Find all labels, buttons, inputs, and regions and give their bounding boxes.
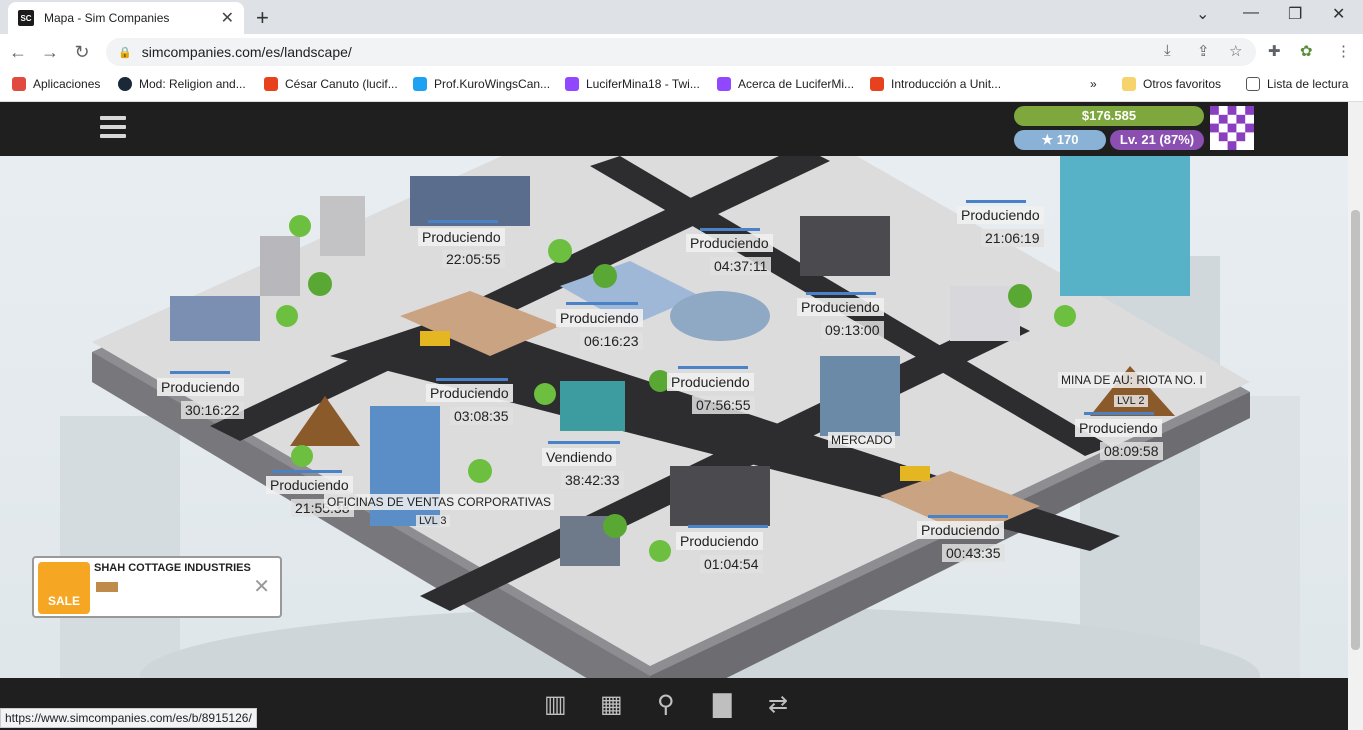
twitch-icon <box>565 77 579 91</box>
exchange-icon[interactable]: ⇄ <box>768 690 788 719</box>
sale-promo-card[interactable]: SALE SHAH COTTAGE INDUSTRIES ✕ <box>32 556 282 618</box>
reading-list[interactable]: Lista de lectura <box>1246 77 1348 91</box>
sale-tag-icon: SALE <box>38 562 90 614</box>
map-icon[interactable]: ▥ <box>544 690 567 719</box>
building-status[interactable]: Produciendo <box>556 309 643 327</box>
lock-icon: 🔒 <box>118 46 132 59</box>
building-timer: 06:16:23 <box>580 332 643 350</box>
building-status[interactable]: Produciendo <box>1075 419 1162 437</box>
chat-icon[interactable]: ▇ <box>713 690 731 719</box>
browser-tab-bar: SC Mapa - Sim Companies ✕ + ⌄ — ❐ ✕ <box>0 0 1363 34</box>
building-timer: 09:13:00 <box>821 321 884 339</box>
bookmark-unity[interactable]: Introducción a Unit... <box>870 77 1001 91</box>
other-bookmarks[interactable]: Otros favoritos <box>1122 77 1221 91</box>
twitter-icon <box>413 77 427 91</box>
mine-name[interactable]: MINA DE AU: RIOTA NO. I <box>1058 372 1206 388</box>
market-name[interactable]: MERCADO <box>828 432 896 448</box>
company-logo-avatar[interactable] <box>1210 106 1254 150</box>
scrollbar-thumb[interactable] <box>1351 210 1360 650</box>
bookmark-star-icon[interactable]: ☆ <box>1229 42 1242 60</box>
bookmarks-more[interactable]: » <box>1090 77 1097 91</box>
building-status[interactable]: Produciendo <box>797 298 884 316</box>
share-icon[interactable]: ⇪ <box>1197 42 1210 60</box>
new-tab-button[interactable]: + <box>256 5 269 31</box>
hamburger-menu-icon[interactable] <box>100 116 126 138</box>
level-display[interactable]: Lv. 21 (87%) <box>1110 130 1204 150</box>
back-icon[interactable]: ← <box>2 42 34 63</box>
building-status[interactable]: Produciendo <box>917 521 1004 539</box>
status-url: https://www.simcompanies.com/es/b/891512… <box>0 708 257 728</box>
steam-icon <box>118 77 132 91</box>
bookmark-twitch-about[interactable]: Acerca de LuciferMi... <box>717 77 854 91</box>
bookmarks-bar: Aplicaciones Mod: Religion and... César … <box>0 70 1363 102</box>
warehouse-icon[interactable]: ▦ <box>600 690 623 719</box>
menu-icon[interactable]: ⋮ <box>1336 42 1351 60</box>
favicon-icon: SC <box>18 10 34 26</box>
building-status[interactable]: Produciendo <box>426 384 513 402</box>
building-status[interactable]: Vendiendo <box>542 448 617 466</box>
building-timer: 04:37:11 <box>710 257 772 275</box>
bookmark-site-icon <box>264 77 278 91</box>
twitch-icon <box>717 77 731 91</box>
close-tab-icon[interactable]: ✕ <box>221 8 234 28</box>
money-display[interactable]: $176.585 <box>1014 106 1204 126</box>
forward-icon[interactable]: → <box>34 42 66 63</box>
close-window-button[interactable]: ✕ <box>1332 4 1345 24</box>
building-timer: 08:09:58 <box>1100 442 1163 460</box>
install-icon[interactable]: ⤓ <box>1164 42 1171 59</box>
restore-button[interactable]: ❐ <box>1288 4 1302 24</box>
star-icon: ★ <box>1041 132 1054 147</box>
promo-company-name: SHAH COTTAGE INDUSTRIES <box>94 562 251 574</box>
building-status[interactable]: Produciendo <box>667 373 754 391</box>
search-icon[interactable]: ⚲ <box>657 690 675 719</box>
mine-level: LVL 2 <box>1114 395 1148 407</box>
url-text: simcompanies.com/es/landscape/ <box>141 44 352 60</box>
building-timer: 07:56:55 <box>692 396 755 414</box>
building-status[interactable]: Produciendo <box>686 234 773 252</box>
browser-tab[interactable]: SC Mapa - Sim Companies ✕ <box>8 2 244 34</box>
offices-level: LVL 3 <box>416 515 450 527</box>
bookmark-twitch[interactable]: LuciferMina18 - Twi... <box>565 77 700 91</box>
building-timer: 21:06:19 <box>981 229 1044 247</box>
bookmark-steam[interactable]: Mod: Religion and... <box>118 77 246 91</box>
extensions-icon[interactable]: ✚ <box>1268 42 1281 60</box>
bookmark-canuto[interactable]: César Canuto (lucif... <box>264 77 398 91</box>
building-timer: 01:04:54 <box>700 555 763 573</box>
close-icon[interactable]: ✕ <box>253 574 270 599</box>
building-timer: 22:05:55 <box>442 250 505 268</box>
address-row: ← → ↻ 🔒 simcompanies.com/es/landscape/ ⤓… <box>0 34 1363 70</box>
game-viewport: $176.585 ★ 170 Lv. 21 (87%) Produciendo … <box>0 102 1348 730</box>
tab-search-icon[interactable]: ⌄ <box>1196 4 1209 24</box>
building-timer: 00:43:35 <box>942 544 1005 562</box>
apps-icon <box>12 77 26 91</box>
bookmark-apps[interactable]: Aplicaciones <box>12 77 100 91</box>
reload-icon[interactable]: ↻ <box>66 42 98 63</box>
building-status[interactable]: Produciendo <box>266 476 353 494</box>
building-timer: 03:08:35 <box>450 407 513 425</box>
address-bar[interactable]: 🔒 simcompanies.com/es/landscape/ <box>106 38 1256 66</box>
bookmark-twitter[interactable]: Prof.KuroWingsCan... <box>413 77 550 91</box>
building-status[interactable]: Produciendo <box>418 228 505 246</box>
tab-title: Mapa - Sim Companies <box>44 11 170 25</box>
building-status[interactable]: Produciendo <box>157 378 244 396</box>
building-timer: 30:16:22 <box>181 401 244 419</box>
building-status[interactable]: Produciendo <box>676 532 763 550</box>
building-timer: 38:42:33 <box>561 471 624 489</box>
reading-list-icon <box>1246 77 1260 91</box>
bookmark-site-icon <box>870 77 884 91</box>
building-status[interactable]: Produciendo <box>957 206 1044 224</box>
minimize-button[interactable]: — <box>1243 4 1259 22</box>
game-top-bar: $176.585 ★ 170 Lv. 21 (87%) <box>0 102 1348 156</box>
folder-icon <box>1122 77 1136 91</box>
rating-display[interactable]: ★ 170 <box>1014 130 1106 150</box>
wood-product-icon <box>96 582 118 592</box>
offices-name[interactable]: OFICINAS DE VENTAS CORPORATIVAS <box>324 494 555 510</box>
profile-icon[interactable]: ✿ <box>1300 42 1313 60</box>
